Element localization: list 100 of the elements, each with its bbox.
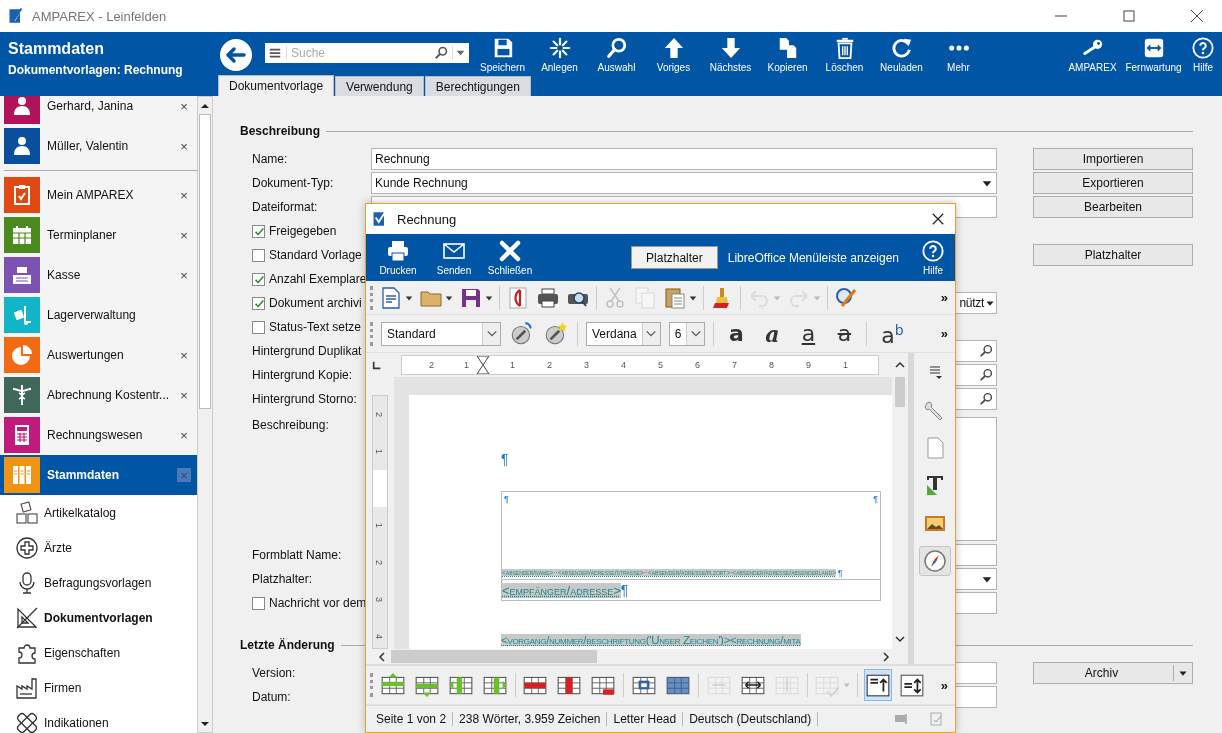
back-button[interactable] — [220, 39, 252, 71]
help-icon — [922, 240, 944, 262]
toolbar-button[interactable]: Kopieren — [759, 36, 816, 73]
toolbar-button[interactable]: Schließen — [484, 239, 536, 276]
close-button[interactable]: × — [177, 428, 191, 442]
close-icon[interactable] — [931, 212, 945, 226]
check-icon — [252, 297, 265, 309]
nav-item[interactable]: Indikationen — [0, 705, 197, 733]
close-button[interactable]: × — [177, 99, 191, 113]
menu-toggle-button[interactable]: LibreOffice Menüleiste anzeigen — [727, 250, 899, 265]
clipboard-icon[interactable] — [663, 285, 687, 310]
help-button[interactable]: Hilfe — [1184, 36, 1222, 73]
combo-box[interactable]: 6 — [668, 321, 706, 346]
close-button[interactable]: × — [177, 388, 191, 402]
close-button[interactable]: × — [177, 268, 191, 282]
side-button[interactable]: Exportieren — [1033, 172, 1193, 194]
dropdown[interactable]: Kunde Rechnung — [371, 172, 997, 194]
overflow-button[interactable]: » — [937, 677, 951, 693]
checkbox-label: Freigegeben — [269, 224, 337, 238]
side-button[interactable]: Bearbeiten — [1033, 196, 1193, 218]
toolbar-button[interactable]: Mehr — [930, 36, 987, 73]
nav-item[interactable]: Eigenschaften — [0, 635, 197, 670]
toolbar-button[interactable]: Löschen — [816, 36, 873, 73]
scrollbar[interactable] — [366, 649, 892, 664]
toolbar-button[interactable]: Speichern — [474, 36, 531, 73]
nav-item[interactable]: Firmen — [0, 670, 197, 705]
scroll-thumb[interactable] — [199, 114, 211, 409]
field-label: Hintergrund Storno: — [252, 392, 358, 406]
nav-item[interactable]: Ärzte — [0, 530, 197, 565]
window-title: AMPAREX - Leinfelden — [32, 8, 167, 24]
align-center-icon — [898, 672, 925, 698]
nav-item[interactable]: Befragungsvorlagen — [0, 565, 197, 600]
align-top-button[interactable] — [863, 669, 892, 701]
maximize-icon[interactable] — [1121, 8, 1137, 24]
help-button[interactable]: Hilfe — [917, 239, 949, 276]
superscript-button[interactable]: a$^{b}$ — [875, 318, 910, 349]
close-button[interactable]: × — [177, 139, 191, 153]
tab[interactable]: Dokumentvorlage — [218, 75, 335, 96]
checkbox[interactable] — [252, 296, 265, 310]
italic-button[interactable]: a — [758, 321, 787, 346]
toolbar-button[interactable]: AMPAREX — [1062, 36, 1123, 73]
horizontal-ruler[interactable]: 2 1 1 2 3 4 5 6 7 8 9 1 — [401, 355, 879, 375]
vertical-ruler[interactable]: 2 1 1 2 3 4 — [372, 395, 388, 649]
arrow-up-icon — [662, 37, 685, 59]
field-label: Hintergrund Duplikat — [252, 344, 363, 358]
toolbar-button[interactable]: Senden — [428, 239, 480, 276]
checkbox[interactable] — [252, 224, 265, 238]
checkbox[interactable] — [252, 596, 265, 610]
ruler-number: 6 — [694, 360, 701, 370]
combo-box[interactable]: Verdana — [586, 321, 661, 346]
toolbar-button[interactable]: Voriges — [645, 36, 702, 73]
toolbar-button[interactable]: Drucken — [372, 239, 424, 276]
close-button[interactable]: × — [177, 348, 191, 362]
close-icon[interactable] — [1189, 8, 1205, 24]
checkbox[interactable] — [252, 272, 265, 286]
field-label: Datum: — [252, 690, 292, 704]
underline-button[interactable]: a — [794, 321, 823, 346]
overflow-button[interactable]: » — [937, 326, 951, 341]
side-button[interactable]: Importieren — [1033, 148, 1193, 170]
toolbar-button[interactable]: Auswahl — [588, 36, 645, 73]
tab-stop-icon — [372, 360, 382, 370]
sidebar-item[interactable]: Stammdaten × — [0, 455, 197, 495]
scroll-thumb[interactable] — [391, 650, 597, 663]
checkbox[interactable] — [252, 248, 265, 262]
field-label: Dokument-Typ: — [252, 176, 335, 190]
split-button[interactable]: Archiv — [1033, 662, 1193, 684]
ruler-number: 7 — [731, 360, 738, 370]
pdf-icon[interactable] — [506, 285, 530, 310]
toolbar-button[interactable]: Nächstes — [702, 36, 759, 73]
ruler-number: 8 — [768, 360, 775, 370]
style-update-icon[interactable] — [509, 320, 535, 347]
combo-box[interactable]: Standard — [381, 321, 501, 346]
nav-item[interactable]: Artikelkatalog — [0, 495, 197, 530]
side-button[interactable]: Platzhalter — [1033, 244, 1193, 266]
compass-button[interactable] — [918, 546, 951, 576]
close-button[interactable]: × — [177, 228, 191, 242]
close-button[interactable]: × — [177, 188, 191, 202]
checkbox[interactable] — [252, 320, 265, 334]
field-label: Name: — [252, 152, 289, 166]
placeholder-button[interactable]: Platzhalter — [631, 246, 718, 269]
tab[interactable]: Berechtigungen — [424, 76, 531, 96]
scroll-thumb[interactable] — [895, 377, 905, 407]
strikethrough-button[interactable]: a — [830, 321, 859, 346]
tab[interactable]: Verwendung — [335, 76, 424, 96]
new-style-icon[interactable] — [543, 320, 569, 347]
help-icon — [1192, 37, 1214, 59]
toolbar-button[interactable]: Anlegen — [531, 36, 588, 73]
overflow-button[interactable]: » — [937, 290, 951, 305]
scrollbar[interactable] — [197, 96, 213, 733]
spellcheck-icon[interactable] — [834, 285, 858, 310]
toolbar-button[interactable]: Neuladen — [873, 36, 930, 73]
bold-button[interactable]: a — [722, 321, 751, 346]
document-icon[interactable] — [379, 285, 403, 310]
field-label: Hintergrund Kopie: — [252, 368, 354, 382]
nav-item[interactable]: Dokumentvorlagen — [0, 600, 197, 635]
toolbar-button[interactable]: Fernwartung — [1123, 36, 1184, 73]
text-field[interactable]: Rechnung — [371, 148, 997, 170]
dialog-title: Rechnung — [397, 211, 457, 227]
printer-icon[interactable] — [536, 285, 560, 310]
search-icon — [979, 368, 993, 382]
